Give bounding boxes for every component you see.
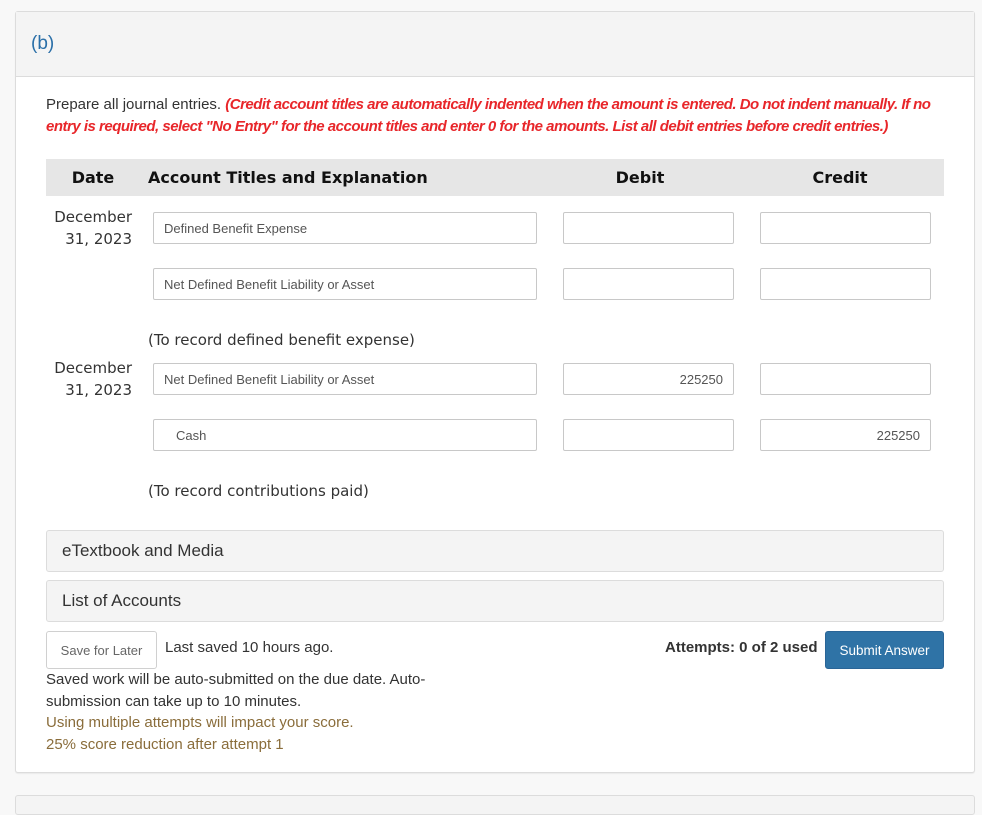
debit-input[interactable]: [563, 419, 734, 451]
score-reduction-warning: 25% score reduction after attempt 1: [46, 736, 284, 753]
journal-table: Date Account Titles and Explanation Debi…: [46, 159, 944, 500]
entry-date: December 31, 2023: [46, 206, 132, 250]
attempts-counter: Attempts: 0 of 2 used: [665, 639, 818, 656]
autosubmit-text: Saved work will be auto-submitted on the…: [46, 671, 426, 710]
entry-date: December 31, 2023: [46, 357, 132, 401]
account-input[interactable]: Cash: [153, 419, 537, 451]
credit-input[interactable]: [760, 212, 931, 244]
header-date: Date: [71, 168, 115, 187]
header-credit: Credit: [812, 168, 868, 187]
date-line-2: 31, 2023: [65, 381, 132, 399]
debit-input[interactable]: [563, 212, 734, 244]
part-label: (b): [31, 33, 55, 54]
date-line-1: December: [54, 208, 132, 226]
account-input[interactable]: Net Defined Benefit Liability or Asset: [153, 363, 537, 395]
account-input[interactable]: Net Defined Benefit Liability or Asset: [153, 268, 537, 300]
question-card: (b) Prepare all journal entries. (Credit…: [15, 11, 975, 773]
header-account: Account Titles and Explanation: [148, 168, 428, 187]
next-question-card: [15, 795, 975, 815]
credit-input[interactable]: [760, 363, 931, 395]
instructions-text: Prepare all journal entries.: [46, 96, 222, 113]
entry-explanation: (To record defined benefit expense): [148, 331, 415, 349]
entry-explanation: (To record contributions paid): [148, 482, 369, 500]
submit-answer-button[interactable]: Submit Answer: [825, 631, 944, 669]
account-input[interactable]: Defined Benefit Expense: [153, 212, 537, 244]
table-header: Date Account Titles and Explanation Debi…: [46, 159, 944, 196]
credit-input[interactable]: [760, 268, 931, 300]
debit-input[interactable]: [563, 268, 734, 300]
date-line-1: December: [54, 359, 132, 377]
header-debit: Debit: [615, 168, 665, 187]
instructions: Prepare all journal entries. (Credit acc…: [46, 94, 946, 138]
etextbook-accordion[interactable]: eTextbook and Media: [46, 530, 944, 572]
last-saved-text: Last saved 10 hours ago.: [165, 639, 334, 656]
list-of-accounts-accordion[interactable]: List of Accounts: [46, 580, 944, 622]
debit-input[interactable]: 225250: [563, 363, 734, 395]
save-for-later-button[interactable]: Save for Later: [46, 631, 157, 669]
credit-input[interactable]: 225250: [760, 419, 931, 451]
attempts-warning: Using multiple attempts will impact your…: [46, 714, 354, 731]
card-header: (b): [16, 12, 974, 77]
date-line-2: 31, 2023: [65, 230, 132, 248]
